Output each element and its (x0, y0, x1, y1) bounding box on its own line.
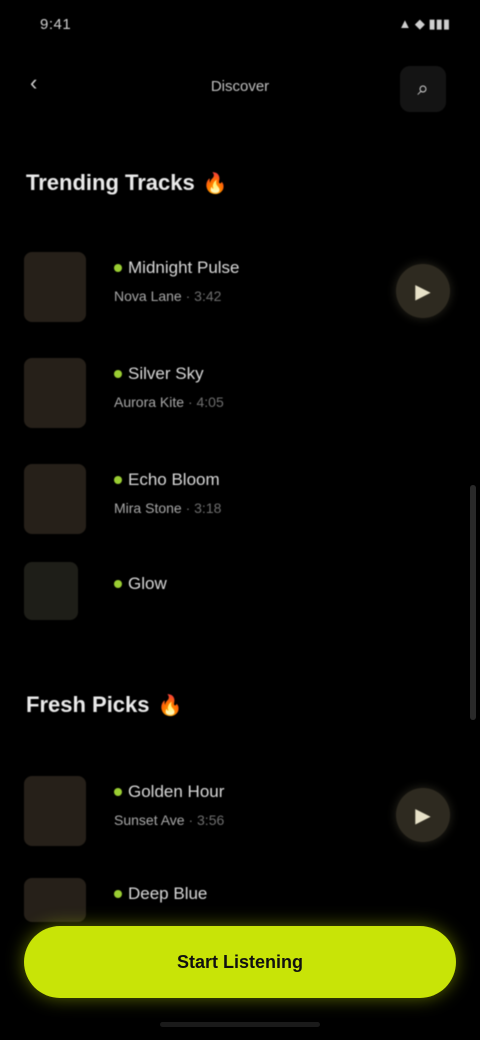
list-item[interactable]: Glow (24, 552, 456, 644)
status-time: 9:41 (40, 16, 72, 33)
play-button[interactable]: ▶ (396, 788, 450, 842)
scrollbar-thumb[interactable] (470, 485, 476, 720)
list-item[interactable]: Silver Sky Aurora Kite · 4:05 (24, 352, 456, 444)
cover-thumbnail (24, 562, 78, 620)
flame-icon: 🔥 (157, 694, 183, 717)
track-title: Silver Sky (128, 364, 204, 383)
track-duration: · 4:05 (187, 394, 224, 410)
status-dot-icon (114, 264, 122, 272)
track-meta: Aurora Kite · 4:05 (114, 394, 224, 410)
status-icons: ▲ ◆ ▮▮▮ (398, 16, 450, 31)
status-dot-icon (114, 788, 122, 796)
track-title-row: Golden Hour (114, 782, 224, 802)
play-icon: ▶ (415, 280, 431, 303)
status-dot-icon (114, 890, 122, 898)
section-title-trending: Trending Tracks 🔥 (26, 170, 228, 196)
list-item[interactable]: Deep Blue (24, 872, 456, 922)
cta-container: Start Listening (24, 926, 456, 998)
section-title-label: Trending Tracks (26, 170, 195, 195)
track-artist: Mira Stone (114, 500, 182, 516)
search-icon[interactable]: ⌕ (400, 66, 446, 112)
track-title-row: Deep Blue (114, 884, 207, 904)
track-artist: Aurora Kite (114, 394, 185, 410)
cover-thumbnail (24, 878, 86, 922)
track-artist: Sunset Ave (114, 812, 185, 828)
track-title-row: Echo Bloom (114, 470, 220, 490)
cover-thumbnail (24, 464, 86, 534)
list-item[interactable]: Midnight Pulse Nova Lane · 3:42 ▶ (24, 246, 456, 338)
track-duration: · 3:56 (188, 812, 225, 828)
status-dot-icon (114, 476, 122, 484)
cover-thumbnail (24, 252, 86, 322)
top-nav: ‹ Discover ⌕ (0, 60, 480, 120)
status-dot-icon (114, 580, 122, 588)
play-button[interactable]: ▶ (396, 264, 450, 318)
track-duration: · 3:42 (185, 288, 222, 304)
status-bar: 9:41 ▲ ◆ ▮▮▮ (0, 0, 480, 56)
cover-thumbnail (24, 358, 86, 428)
track-meta: Sunset Ave · 3:56 (114, 812, 224, 828)
list-item[interactable]: Golden Hour Sunset Ave · 3:56 ▶ (24, 770, 456, 862)
start-listening-button[interactable]: Start Listening (24, 926, 456, 998)
track-title: Golden Hour (128, 782, 225, 801)
track-title-row: Glow (114, 574, 167, 594)
cover-thumbnail (24, 776, 86, 846)
track-meta: Nova Lane · 3:42 (114, 288, 221, 304)
section-title-fresh: Fresh Picks 🔥 (26, 692, 182, 718)
home-indicator (160, 1022, 320, 1027)
track-artist: Nova Lane (114, 288, 182, 304)
section-title-label: Fresh Picks (26, 692, 150, 717)
track-title-row: Midnight Pulse (114, 258, 240, 278)
play-icon: ▶ (415, 804, 431, 827)
scrollbar[interactable] (470, 485, 476, 720)
track-meta: Mira Stone · 3:18 (114, 500, 221, 516)
track-title: Deep Blue (128, 884, 208, 903)
status-dot-icon (114, 370, 122, 378)
track-title-row: Silver Sky (114, 364, 204, 384)
track-duration: · 3:18 (185, 500, 222, 516)
track-title: Glow (128, 574, 167, 593)
flame-icon: 🔥 (202, 172, 228, 195)
list-item[interactable]: Echo Bloom Mira Stone · 3:18 (24, 458, 456, 550)
track-title: Echo Bloom (128, 470, 220, 489)
track-title: Midnight Pulse (128, 258, 240, 277)
